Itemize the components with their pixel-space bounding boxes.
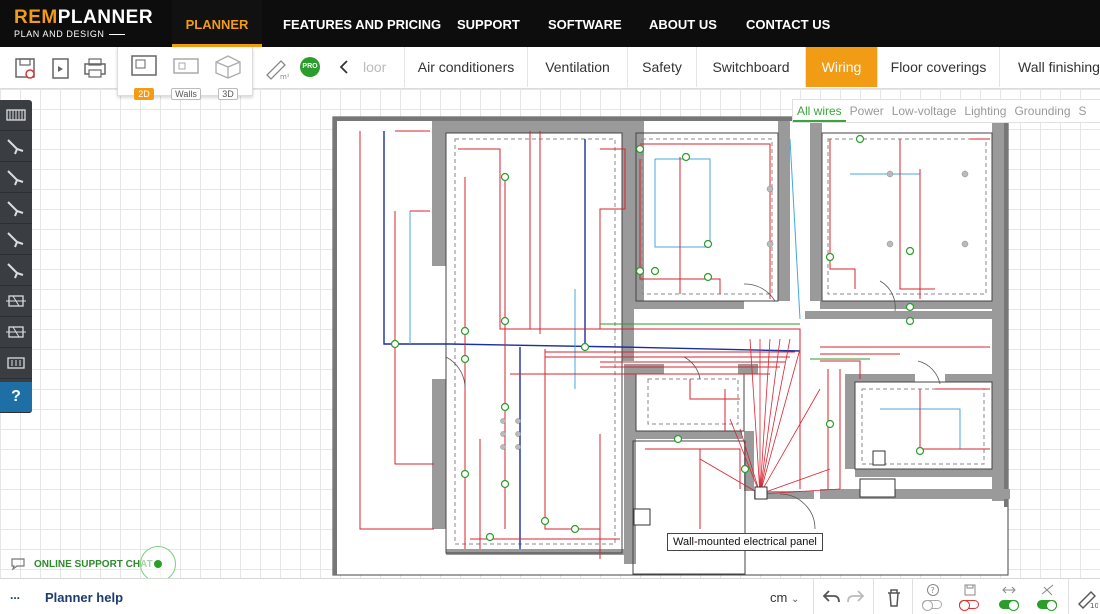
autosave-icon [964,584,976,596]
cable-icon [7,263,24,279]
trash-icon[interactable] [885,588,903,608]
ruler-scale-icon[interactable]: 10 [1076,587,1098,609]
plan-2d-icon [131,55,157,76]
tab-floor-coverings[interactable]: Floor coverings [877,47,999,87]
cable-icon [7,139,24,155]
view-mode-switcher: 2D Walls 3D [117,47,253,100]
units-value: cm [770,590,788,605]
palette-cable-3[interactable] [0,193,32,224]
undo-icon[interactable] [821,588,841,606]
chat-status-indicator[interactable] [140,546,176,582]
svg-text:?: ? [931,586,935,595]
nav-about-us[interactable]: ABOUT US [649,0,717,47]
switchboard-icon [6,109,26,121]
export-icon[interactable] [47,54,75,82]
pro-badge[interactable]: PRO [300,57,320,77]
tab-ventilation[interactable]: Ventilation [527,47,627,87]
redo-icon[interactable] [846,588,866,606]
planner-help-link[interactable]: Planner help [45,590,123,605]
autosave-toggle[interactable] [959,600,979,611]
junction-box-icon [6,326,26,338]
cable-icon [7,201,24,217]
tab-wall-finishing[interactable]: Wall finishing [999,47,1100,87]
palette-cable-1[interactable] [0,131,32,162]
palette-terminal[interactable] [0,348,32,379]
ruler-area-icon[interactable]: m² [263,55,289,81]
svg-text:10: 10 [1090,602,1098,609]
view-2d[interactable]: 2D [127,53,161,102]
visibility-icon [1041,584,1054,596]
filter-all-wires[interactable]: All wires [793,100,846,122]
filter-low-voltage[interactable]: Low-voltage [888,100,961,118]
filter-lighting[interactable]: Lighting [960,100,1010,118]
dimensions-toggle[interactable] [999,600,1019,611]
svg-text:m²: m² [280,73,289,81]
terminal-block-icon [7,357,25,369]
palette-cable-5[interactable] [0,255,32,286]
cable-icon [7,170,24,186]
logo-tagline: PLAN AND DESIGN [14,29,105,39]
tab-safety[interactable]: Safety [627,47,696,87]
filter-more[interactable]: S [1075,100,1091,118]
more-menu-button[interactable]: ... [10,588,20,602]
panel-tooltip: Wall-mounted electrical panel [667,533,823,551]
save-icon[interactable] [12,54,40,82]
help-button[interactable]: ? [0,382,32,413]
palette-junction-2[interactable] [0,317,32,348]
nav-planner[interactable]: PLANNER [172,0,262,47]
chat-bubble-icon [11,558,25,571]
element-palette: ? [0,100,32,413]
cube-3d-icon [215,55,241,79]
logo-rem: REM [14,7,58,28]
chat-label: ONLINE SUPPORT CHAT [34,558,153,570]
tab-wiring[interactable]: Wiring [805,47,877,87]
view-3d-label: 3D [218,88,238,100]
bottom-bar: ... Planner help cm ⌄ ? 10 [0,578,1100,614]
logo-planner: PLANNER [57,7,154,28]
remplanner-logo[interactable]: REMPLANNER PLAN AND DESIGN [14,7,154,39]
units-select[interactable]: cm ⌄ [770,590,799,605]
help-circle-icon: ? [927,584,939,596]
filter-grounding[interactable]: Grounding [1010,100,1074,118]
tab-floor[interactable]: loor [355,47,404,87]
nav-contact-us[interactable]: CONTACT US [746,0,830,47]
nav-software[interactable]: SOFTWARE [548,0,622,47]
floor-plan-drawing[interactable] [0,89,1100,578]
palette-cable-2[interactable] [0,162,32,193]
nav-support[interactable]: SUPPORT [457,0,520,47]
tab-air-conditioners[interactable]: Air conditioners [404,47,527,87]
wire-filter-bar: All wires Power Low-voltage Lighting Groundi… [792,99,1100,123]
palette-cable-4[interactable] [0,224,32,255]
chevron-down-icon: ⌄ [790,594,800,605]
online-support-chat[interactable]: ONLINE SUPPORT CHAT [10,557,153,571]
chevron-left-icon[interactable] [336,58,352,76]
walls-icon [173,58,199,74]
tab-switchboard[interactable]: Switchboard [696,47,805,87]
view-3d[interactable]: 3D [211,53,245,102]
visibility-toggle[interactable] [1037,600,1057,611]
nav-features-and-pricing[interactable]: FEATURES AND PRICING [283,0,441,47]
dimensions-icon [1002,586,1016,594]
view-walls[interactable]: Walls [169,53,203,102]
palette-junction-1[interactable] [0,286,32,317]
plan-canvas[interactable] [0,89,1100,578]
junction-box-icon [6,295,26,307]
palette-panel-item[interactable] [0,100,32,131]
filter-power[interactable]: Power [846,100,888,118]
cable-icon [7,232,24,248]
view-2d-label: 2D [134,88,154,100]
hints-toggle[interactable] [922,600,942,611]
top-navigation: REMPLANNER PLAN AND DESIGN PLANNER FEATU… [0,0,1100,47]
print-icon[interactable] [81,54,109,82]
view-walls-label: Walls [171,88,201,100]
